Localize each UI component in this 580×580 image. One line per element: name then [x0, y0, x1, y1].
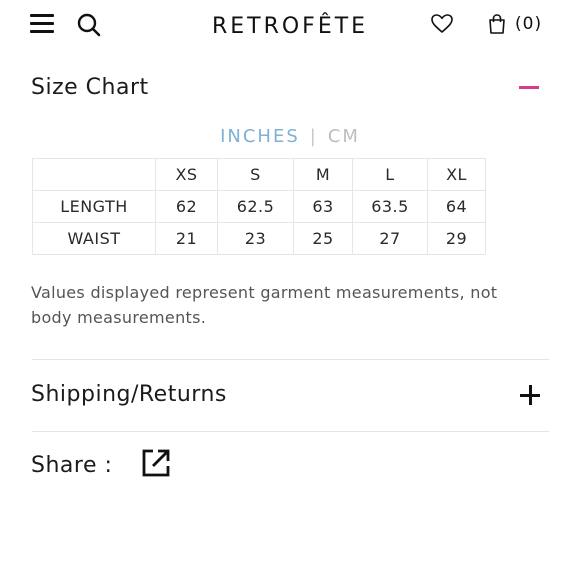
size-table-corner	[32, 158, 156, 191]
size-table: XS S M L XL LENGTH 62 62.5 63 63.5 64 WA…	[32, 158, 486, 255]
table-cell: 27	[352, 222, 428, 255]
site-header: RETROFÊTE (0)	[0, 0, 580, 54]
table-cell: 29	[427, 222, 486, 255]
search-icon[interactable]	[76, 12, 102, 38]
shipping-returns-title[interactable]: Shipping/Returns	[31, 382, 227, 407]
table-row: WAIST 21 23 25 27 29	[32, 222, 486, 255]
unit-separator: |	[309, 126, 318, 147]
share-label: Share :	[31, 453, 113, 478]
column-header: L	[352, 158, 428, 191]
table-cell: 21	[155, 222, 218, 255]
bag-icon[interactable]	[487, 13, 507, 35]
table-cell: 23	[217, 222, 294, 255]
size-chart-title[interactable]: Size Chart	[31, 75, 149, 100]
column-header: S	[217, 158, 294, 191]
cart-count[interactable]: (0)	[515, 14, 542, 34]
table-cell: 63.5	[352, 190, 428, 223]
unit-cm-tab[interactable]: CM	[328, 126, 360, 147]
table-cell: 62	[155, 190, 218, 223]
size-table-header-row: XS S M L XL	[32, 158, 486, 191]
measurement-note: Values displayed represent garment measu…	[31, 283, 498, 327]
column-header: M	[293, 158, 353, 191]
divider	[32, 431, 549, 432]
collapse-icon[interactable]	[519, 86, 539, 89]
row-label: LENGTH	[32, 190, 156, 223]
unit-toggle: INCHES | CM	[0, 126, 580, 147]
column-header: XS	[155, 158, 218, 191]
column-header: XL	[427, 158, 486, 191]
menu-icon[interactable]	[30, 13, 54, 35]
row-label: WAIST	[32, 222, 156, 255]
table-cell: 62.5	[217, 190, 294, 223]
table-row: LENGTH 62 62.5 63 63.5 64	[32, 190, 486, 223]
divider	[32, 359, 549, 360]
plus-icon[interactable]	[520, 385, 540, 405]
product-detail-page: RETROFÊTE (0) Size Chart INCHES | CM XS S …	[0, 0, 580, 580]
table-cell: 64	[427, 190, 486, 223]
share-icon[interactable]	[140, 447, 172, 479]
unit-inches-tab[interactable]: INCHES	[220, 126, 300, 147]
table-cell: 63	[293, 190, 353, 223]
table-cell: 25	[293, 222, 353, 255]
brand-logo[interactable]: RETROFÊTE	[190, 14, 390, 39]
heart-icon[interactable]	[430, 13, 454, 35]
